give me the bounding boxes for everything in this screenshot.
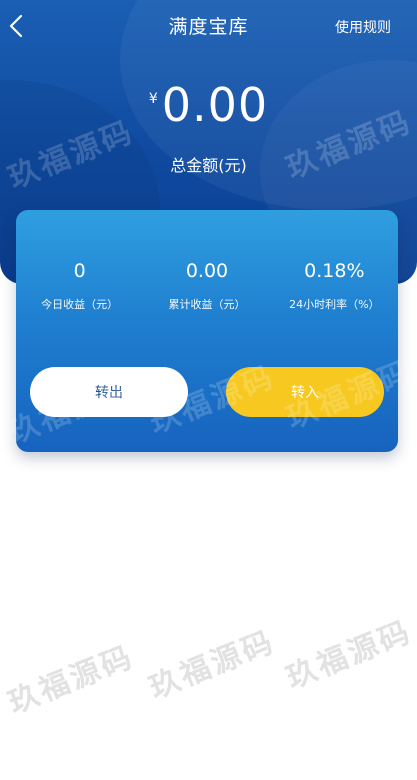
currency-symbol: ¥ [148, 91, 158, 107]
watermark: 玖福源码 [144, 624, 281, 707]
transfer-out-button[interactable]: 转出 [30, 367, 188, 417]
stat-label: 24小时利率（%） [289, 298, 380, 311]
total-amount-label: 总金额(元) [170, 156, 247, 175]
stat-total-earnings: 0.00 累计收益（元） [143, 258, 270, 312]
stat-24h-rate: 0.18% 24小时利率（%） [271, 258, 398, 312]
total-amount: ¥0.00 [0, 78, 417, 132]
stat-value: 0 [73, 260, 86, 282]
earnings-card: 0 今日收益（元） 0.00 累计收益（元） 0.18% 24小时利率（%） 转… [16, 210, 398, 452]
watermark: 玖福源码 [3, 639, 140, 722]
stat-label: 今日收益（元） [41, 298, 119, 311]
stat-today-earnings: 0 今日收益（元） [16, 258, 143, 312]
stat-value: 0.18% [304, 260, 365, 282]
watermark: 玖福源码 [281, 614, 417, 697]
stat-label: 累计收益（元） [168, 298, 246, 311]
usage-rules-link[interactable]: 使用规则 [335, 17, 391, 37]
stat-value: 0.00 [185, 260, 229, 282]
transfer-in-button[interactable]: 转入 [226, 367, 384, 417]
stats-row: 0 今日收益（元） 0.00 累计收益（元） 0.18% 24小时利率（%） [16, 258, 398, 312]
top-nav-bar: 满度宝库 使用规则 [0, 0, 417, 52]
total-amount-value: 0.00 [161, 78, 269, 132]
